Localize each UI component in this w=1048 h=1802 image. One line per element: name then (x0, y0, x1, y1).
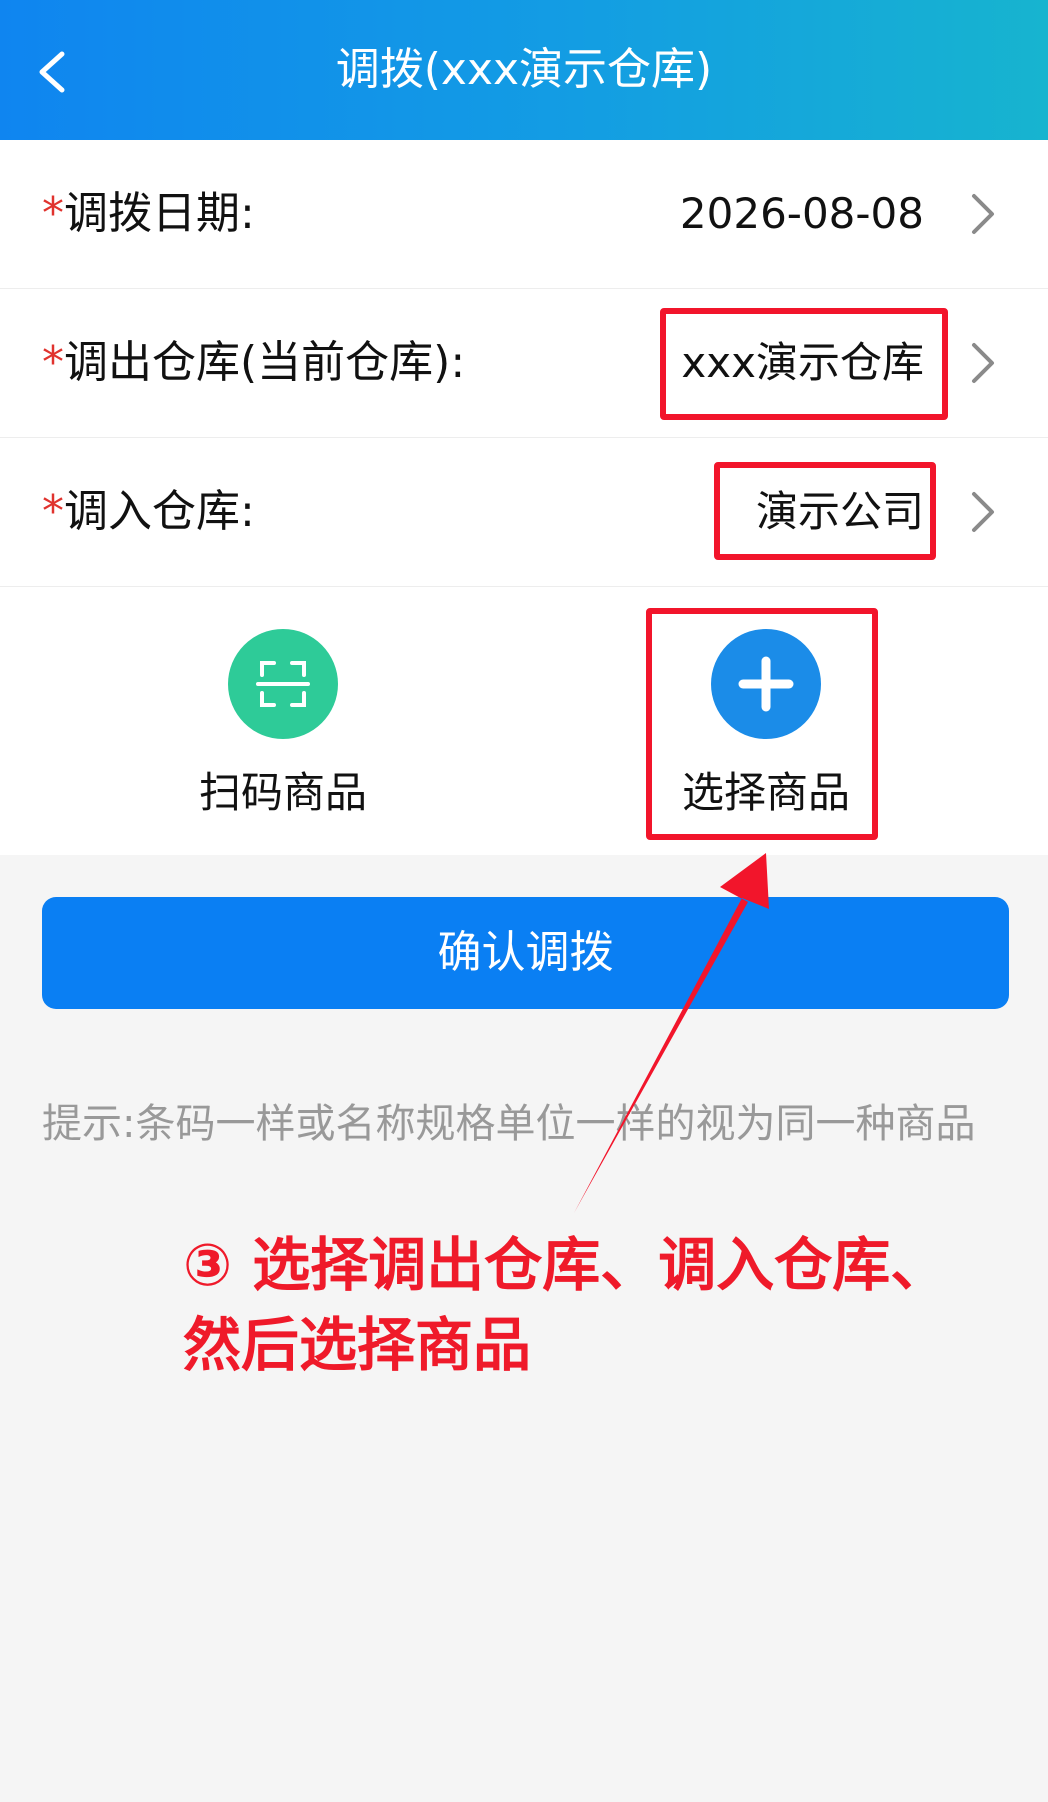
annotation-line-2: 然后选择商品 (183, 1311, 532, 1379)
pointer-arrow-icon (574, 853, 769, 1213)
annotation-line-1: ③ 选择调出仓库、调入仓库、 (183, 1231, 949, 1299)
annotation-text: ③ 选择调出仓库、调入仓库、 然后选择商品 (183, 1225, 1003, 1385)
